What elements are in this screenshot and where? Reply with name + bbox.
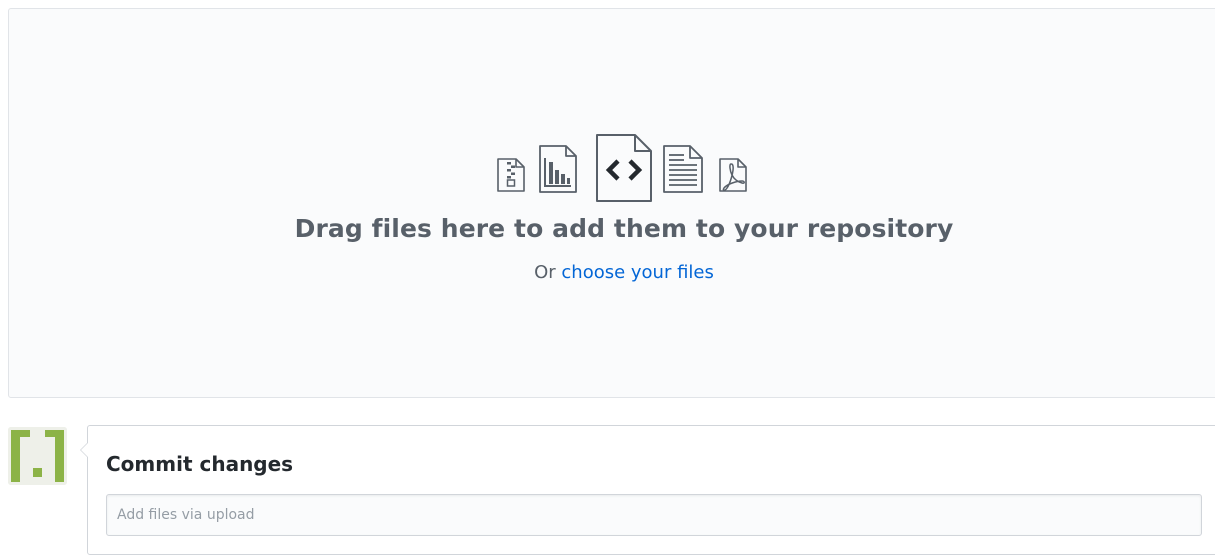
avatar[interactable]	[8, 427, 67, 485]
commit-title: Commit changes	[106, 452, 294, 476]
or-text: Or	[534, 262, 562, 283]
identicon-image	[8, 427, 67, 485]
file-code-icon	[596, 134, 652, 202]
file-chart-icon	[539, 145, 577, 193]
choose-files-link[interactable]: choose your files	[561, 262, 714, 283]
drop-zone-subtitle: Or choose your files	[9, 262, 1215, 283]
file-drop-zone[interactable]: Drag files here to add them to your repo…	[8, 8, 1215, 398]
drop-zone-title: Drag files here to add them to your repo…	[294, 214, 954, 243]
commit-form: Commit changes	[80, 425, 1215, 555]
commit-message-input[interactable]	[106, 494, 1202, 536]
file-text-icon	[663, 145, 703, 193]
file-zip-icon	[497, 158, 525, 192]
file-pdf-icon	[719, 158, 747, 192]
file-type-icons	[488, 133, 768, 205]
